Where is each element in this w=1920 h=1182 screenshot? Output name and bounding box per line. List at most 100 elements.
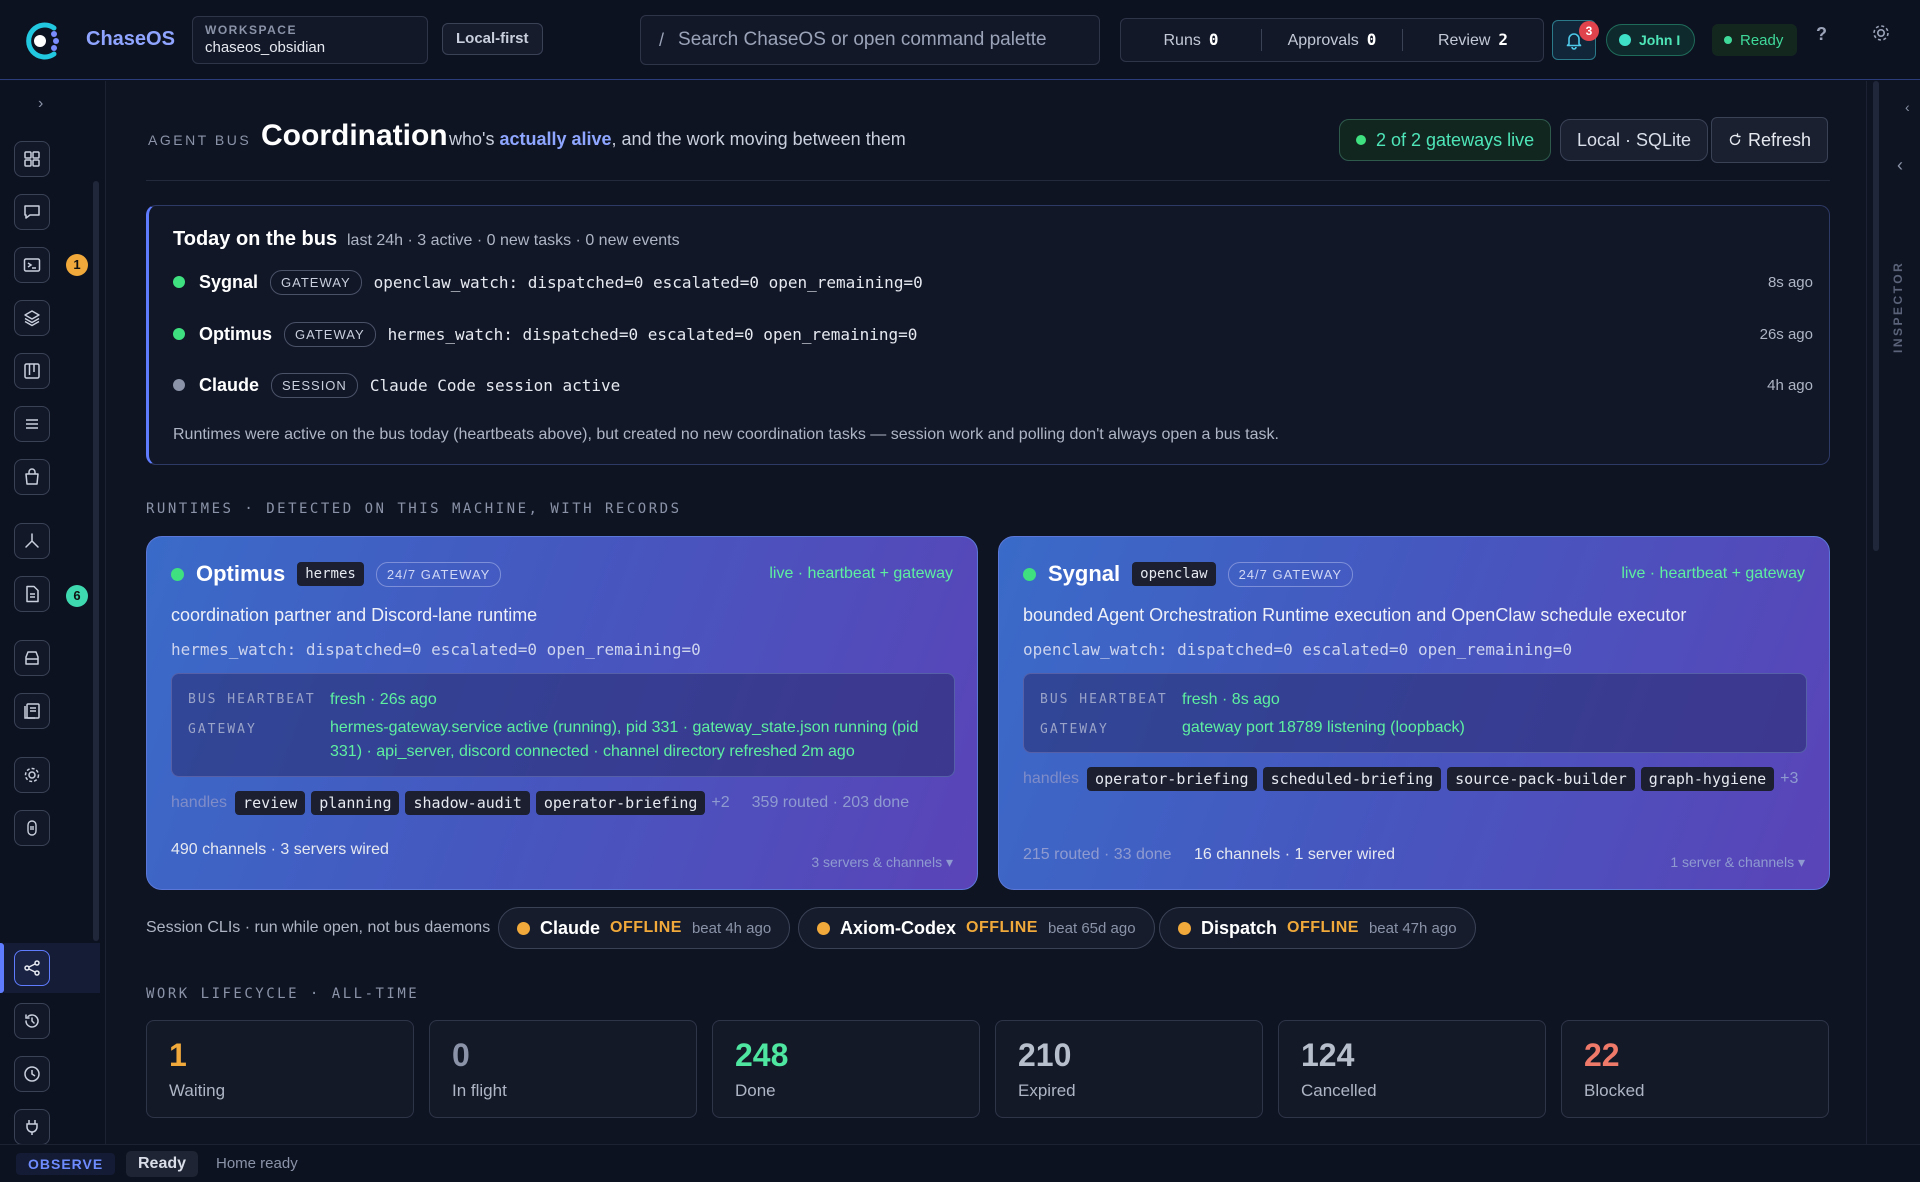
inspector-label: INSPECTOR xyxy=(1891,260,1905,353)
handle-chip[interactable]: shadow-audit xyxy=(405,791,530,815)
handle-chip[interactable]: source-pack-builder xyxy=(1447,767,1635,791)
bus-row[interactable]: Claude SESSION Claude Code session activ… xyxy=(173,370,1813,400)
stat-value: 0 xyxy=(452,1037,470,1073)
stat-card-waiting[interactable]: 1 Waiting xyxy=(146,1020,414,1118)
stat-card-done[interactable]: 248 Done xyxy=(712,1020,980,1118)
counter-runs[interactable]: Runs 0 xyxy=(1121,30,1261,50)
list-icon xyxy=(26,419,38,429)
inspector-collapse-icon[interactable]: ‹ xyxy=(1905,99,1910,115)
sidebar-item-chat[interactable] xyxy=(14,194,50,230)
sidebar-item-terminal[interactable] xyxy=(14,247,50,283)
counter-review[interactable]: Review 2 xyxy=(1403,30,1543,50)
sidebar-item-history[interactable] xyxy=(14,1003,50,1039)
user-menu[interactable]: John I xyxy=(1606,24,1696,56)
notification-count-badge: 3 xyxy=(1579,21,1599,41)
help-icon[interactable]: ? xyxy=(1816,24,1838,46)
handle-chip[interactable]: graph-hygiene xyxy=(1640,767,1775,791)
sidebar-item-security[interactable] xyxy=(14,810,50,846)
runtime-kind-chip: 24/7 GATEWAY xyxy=(1227,561,1354,587)
sidebar-item-layers[interactable] xyxy=(14,300,50,336)
sidebar-item-schedule[interactable] xyxy=(14,1056,50,1092)
slash-shortcut-icon: / xyxy=(659,29,665,50)
runtime-live-dot xyxy=(171,567,184,581)
session-pill-axiom-codex[interactable]: Axiom-Codex OFFLINE beat 65d ago xyxy=(798,907,1155,949)
counter-approvals[interactable]: Approvals 0 xyxy=(1262,30,1402,50)
stat-card-in-flight[interactable]: 0 In flight xyxy=(429,1020,697,1118)
brand-name[interactable]: ChaseOS xyxy=(86,28,175,51)
page-subtitle: who's actually alive, and the work movin… xyxy=(449,129,906,149)
runtime-kind-tag: GATEWAY xyxy=(284,321,376,347)
workspace-label: WORKSPACE xyxy=(205,23,297,37)
stat-label: Cancelled xyxy=(1301,1081,1377,1100)
clock-icon xyxy=(24,1066,40,1082)
inspector-open-icon[interactable]: ‹ xyxy=(1897,155,1903,176)
sidebar-item-documents[interactable] xyxy=(14,576,50,612)
handles-more[interactable]: +2 xyxy=(711,794,729,812)
sidebar-item-plugins[interactable] xyxy=(14,1109,50,1145)
sidebar-item-archive[interactable] xyxy=(14,640,50,676)
sidebar-item-inbox[interactable] xyxy=(14,459,50,495)
stat-card-blocked[interactable]: 22 Blocked xyxy=(1561,1020,1829,1118)
stat-value: 210 xyxy=(1018,1037,1072,1073)
sidebar-item-settings[interactable] xyxy=(14,757,50,793)
sidebar-scrollbar[interactable] xyxy=(93,181,99,941)
bus-row[interactable]: Optimus GATEWAY hermes_watch: dispatched… xyxy=(173,319,1813,349)
stat-label: Done xyxy=(735,1081,776,1100)
servers-channels-toggle[interactable]: 1 server & channels ▾ xyxy=(1670,854,1805,871)
handle-chip[interactable]: scheduled-briefing xyxy=(1262,767,1442,791)
session-status-dot xyxy=(1178,921,1191,935)
workspace-value: chaseos_obsidian xyxy=(205,39,326,56)
nav-active-indicator xyxy=(0,943,4,993)
servers-channels-toggle[interactable]: 3 servers & channels ▾ xyxy=(811,854,953,871)
runtime-card-optimus[interactable]: Optimus hermes 24/7 GATEWAY live · heart… xyxy=(146,536,978,890)
sidebar-item-board[interactable] xyxy=(14,353,50,389)
sidebar-item-list[interactable] xyxy=(14,406,50,442)
ready-label: Ready xyxy=(1740,31,1784,49)
stat-card-cancelled[interactable]: 124 Cancelled xyxy=(1278,1020,1546,1118)
runtime-adapter-chip: hermes xyxy=(297,562,364,586)
status-ready: Ready xyxy=(126,1151,199,1177)
runtime-wired-summary: 490 channels · 3 servers wired xyxy=(171,841,389,858)
stat-value: 22 xyxy=(1584,1037,1620,1073)
ready-dot xyxy=(1724,36,1732,44)
bus-row[interactable]: Sygnal GATEWAY openclaw_watch: dispatche… xyxy=(173,267,1813,297)
sidebar-item-notes[interactable] xyxy=(14,693,50,729)
handle-chip[interactable]: review xyxy=(235,791,306,815)
sidebar-item-dashboard[interactable] xyxy=(14,141,50,177)
gear-icon[interactable] xyxy=(1870,22,1892,44)
runtime-live-status: live · heartbeat + gateway xyxy=(1621,565,1805,582)
search-input[interactable] xyxy=(678,29,1069,51)
storage-badge[interactable]: Local · SQLite xyxy=(1560,119,1709,161)
search-box[interactable]: / xyxy=(640,15,1100,65)
notebook-icon xyxy=(24,703,40,719)
runtime-card-sygnal[interactable]: Sygnal openclaw 24/7 GATEWAY live · hear… xyxy=(998,536,1830,890)
top-bar: ChaseOS WORKSPACE chaseos_obsidian Local… xyxy=(0,0,1920,80)
workspace-selector[interactable]: WORKSPACE chaseos_obsidian xyxy=(192,16,428,64)
runtime-handles: handles review planning shadow-audit ope… xyxy=(171,791,909,815)
runtime-watch-stats: hermes_watch: dispatched=0 escalated=0 o… xyxy=(171,640,701,659)
stat-card-expired[interactable]: 210 Expired xyxy=(995,1020,1263,1118)
runtime-heartbeat-box: BUS HEARTBEAT fresh · 8s ago GATEWAY gat… xyxy=(1023,673,1807,753)
sidebar-expand-icon[interactable]: › xyxy=(38,95,43,113)
session-pill-claude[interactable]: Claude OFFLINE beat 4h ago xyxy=(498,907,791,949)
inspector-panel: ‹ ‹ INSPECTOR xyxy=(1866,81,1920,1144)
lifecycle-section-label: WORK LIFECYCLE · ALL-TIME xyxy=(146,986,420,1002)
handle-chip[interactable]: operator-briefing xyxy=(535,791,706,815)
main-scrollbar[interactable] xyxy=(1873,81,1879,551)
local-first-pill[interactable]: Local-first xyxy=(442,23,543,55)
user-status-dot xyxy=(1619,34,1631,46)
chaseos-logo-icon[interactable] xyxy=(18,18,64,64)
sidebar-item-graph[interactable] xyxy=(14,523,50,559)
handle-chip[interactable]: planning xyxy=(311,791,400,815)
handles-more[interactable]: +3 xyxy=(1780,770,1798,788)
handle-chip[interactable]: operator-briefing xyxy=(1087,767,1257,791)
sidebar-item-agent-bus[interactable] xyxy=(14,950,50,986)
stat-label: Waiting xyxy=(169,1081,226,1100)
chat-icon xyxy=(24,205,40,219)
run-counters: Runs 0 Approvals 0 Review 2 xyxy=(1120,18,1544,62)
mode-badge[interactable]: OBSERVE xyxy=(16,1153,116,1175)
session-pill-dispatch[interactable]: Dispatch OFFLINE beat 47h ago xyxy=(1159,907,1476,949)
stat-value: 124 xyxy=(1301,1037,1355,1073)
refresh-button[interactable]: Refresh xyxy=(1711,117,1829,163)
gateways-live-badge[interactable]: 2 of 2 gateways live xyxy=(1339,119,1552,161)
